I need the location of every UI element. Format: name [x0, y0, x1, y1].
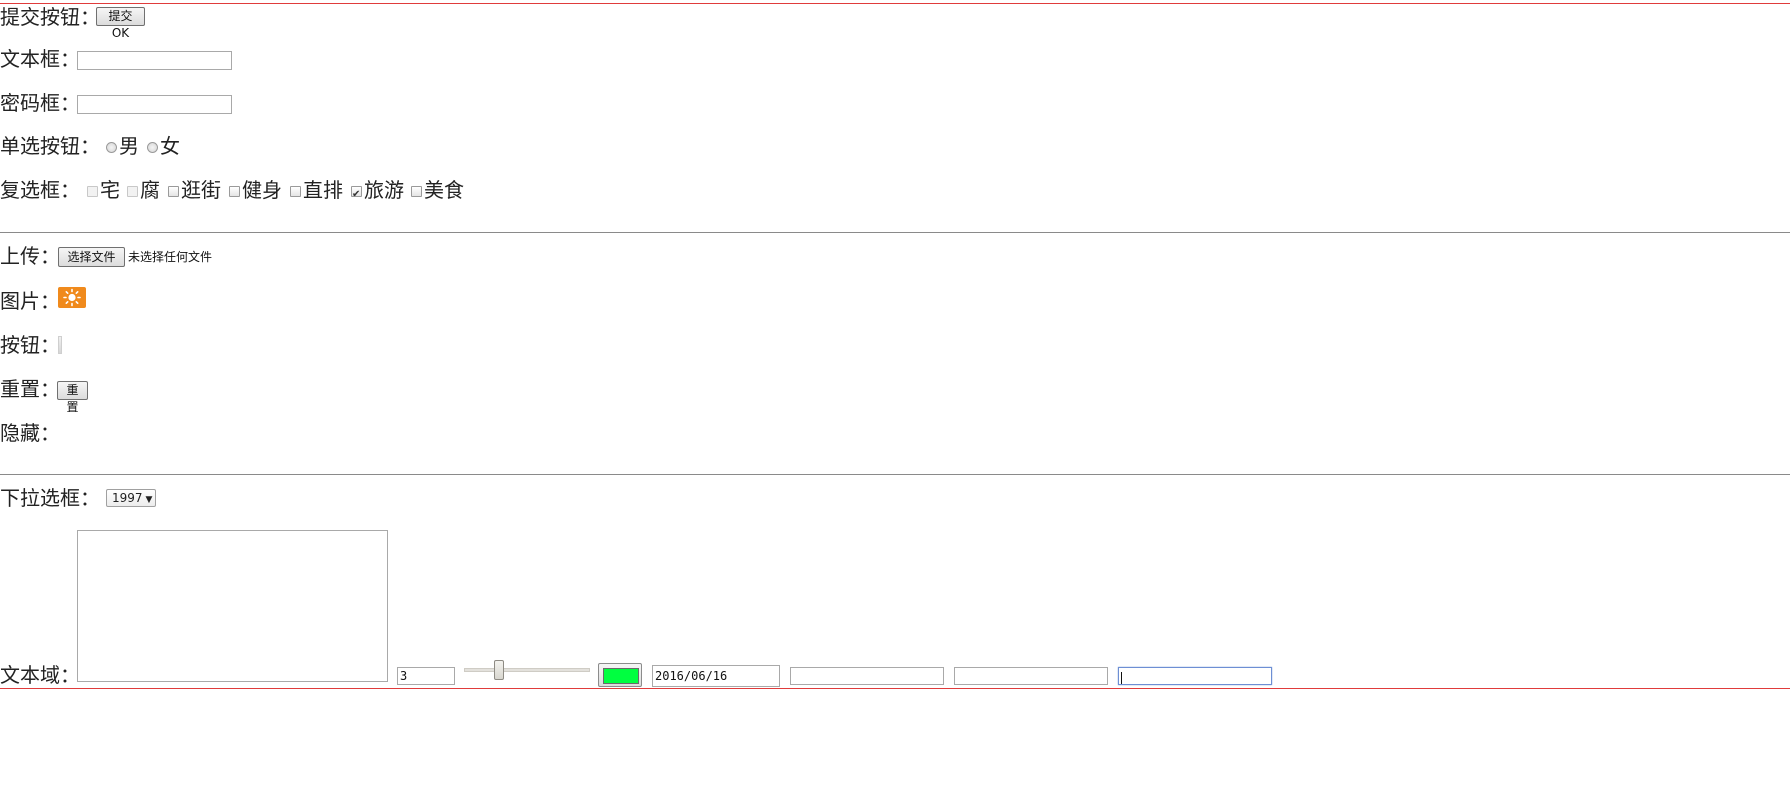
checkbox-option-text: 美食 [424, 178, 464, 202]
text-field-label: 文本框： [0, 47, 80, 71]
image-label: 图片： [0, 289, 60, 313]
number-input[interactable]: 3 [397, 667, 455, 685]
checkbox-option[interactable]: 美食 [411, 179, 464, 201]
submit-label: 提交按钮： [0, 5, 100, 29]
radio-option-text: 男 [119, 134, 139, 158]
radio-group-label: 单选按钮： [0, 134, 100, 158]
color-picker[interactable] [598, 663, 642, 687]
button-label: 按钮： [0, 333, 60, 357]
checkbox[interactable] [168, 186, 179, 197]
checkbox[interactable] [290, 186, 301, 197]
radio-button[interactable] [147, 142, 158, 153]
checkbox-option-text: 逛街 [181, 178, 221, 202]
checkbox-option-text: 健身 [242, 178, 282, 202]
range-slider[interactable] [464, 660, 590, 680]
checkbox-group-label: 复选框： [0, 178, 80, 202]
reset-label: 重置： [0, 377, 60, 401]
submit-button[interactable]: 提交OK [96, 7, 145, 40]
hidden-label: 隐藏： [0, 421, 60, 445]
reset-button[interactable]: 重置 [57, 381, 88, 414]
checkbox[interactable] [411, 186, 422, 197]
radio-button[interactable] [106, 142, 117, 153]
extra-input-3-focused[interactable] [1118, 667, 1272, 685]
empty-button[interactable] [58, 336, 62, 354]
checkbox-option[interactable]: 旅游 [351, 178, 404, 206]
password-field-label: 密码框： [0, 91, 80, 115]
checkbox-checked[interactable] [351, 184, 362, 206]
radio-option-female[interactable]: 女 [147, 135, 180, 157]
form-page: 提交按钮： 提交OK 文本框： 密码框： 单选按钮： 男 女 复选框： 宅 腐 … [0, 0, 1790, 789]
textarea[interactable] [77, 530, 388, 682]
textarea-label: 文本域： [0, 663, 80, 687]
sun-icon[interactable] [58, 287, 86, 308]
chevron-down-icon: ▼ [145, 495, 153, 505]
password-field[interactable] [77, 95, 232, 114]
range-track [464, 668, 590, 672]
section-divider [0, 474, 1790, 475]
sun-icon-graphic [63, 288, 81, 307]
radio-option-male[interactable]: 男 [106, 135, 139, 157]
year-select[interactable]: 1997 ▼ [106, 489, 156, 507]
extra-input-2[interactable] [954, 667, 1108, 685]
checkbox-option-text: 旅游 [364, 178, 404, 202]
extra-input-1[interactable] [790, 667, 944, 685]
checkbox-option-text: 宅 [100, 178, 120, 202]
upload-status-text: 未选择任何文件 [128, 250, 213, 264]
choose-file-button[interactable]: 选择文件 [58, 247, 125, 267]
checkbox-option: 宅 [87, 179, 120, 201]
top-red-divider [0, 3, 1790, 4]
range-thumb[interactable] [494, 660, 504, 680]
checkbox [87, 186, 98, 197]
checkbox-option-text: 腐 [140, 178, 160, 202]
checkbox-option: 腐 [127, 179, 160, 201]
checkbox-option[interactable]: 健身 [229, 179, 282, 201]
section-divider [0, 232, 1790, 233]
select-label: 下拉选框： [0, 486, 100, 510]
radio-option-text: 女 [160, 134, 180, 158]
color-swatch [603, 668, 639, 684]
date-input[interactable]: 2016/06/16 [652, 665, 780, 687]
bottom-red-divider [0, 688, 1790, 689]
checkbox [127, 186, 138, 197]
checkbox-option[interactable]: 直排 [290, 179, 343, 201]
text-cursor [1121, 671, 1122, 684]
text-field[interactable] [77, 51, 232, 70]
checkbox-option-text: 直排 [303, 178, 343, 202]
checkbox[interactable] [229, 186, 240, 197]
checkbox-option[interactable]: 逛街 [168, 179, 221, 201]
upload-label: 上传： [0, 244, 60, 268]
year-select-value: 1997 [112, 491, 143, 505]
